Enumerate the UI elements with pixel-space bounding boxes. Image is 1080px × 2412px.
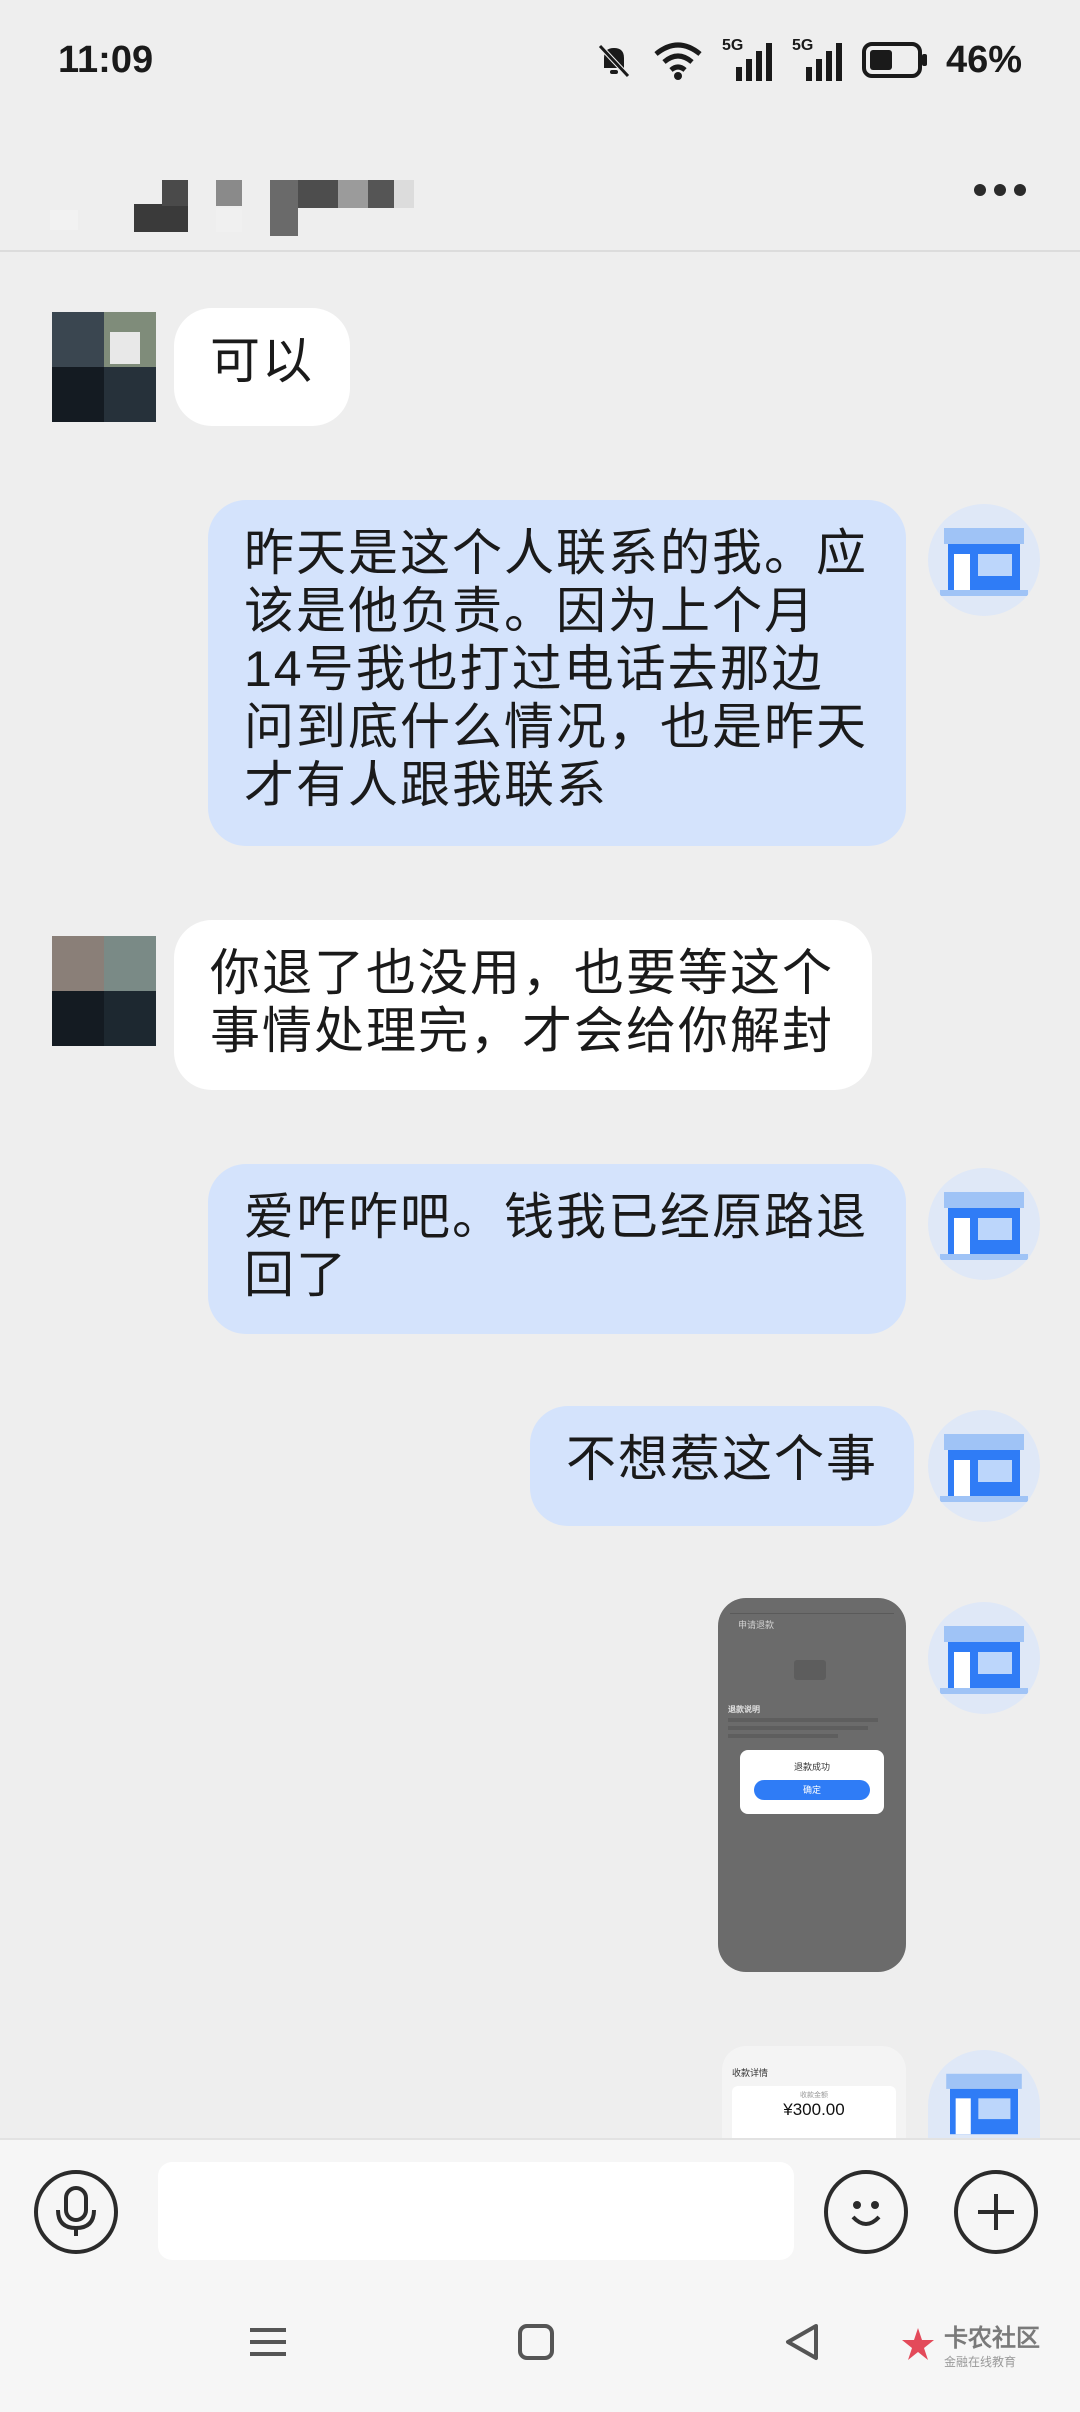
contact-avatar[interactable] [52, 936, 156, 1046]
store-icon [940, 528, 1028, 596]
message-bubble-outgoing[interactable]: 不想惹这个事 [530, 1406, 914, 1526]
message-input[interactable] [158, 2162, 794, 2260]
back-button[interactable] [780, 2320, 824, 2369]
image-refund-section: 退款说明 [728, 1705, 760, 1714]
input-bar [0, 2138, 1080, 2280]
mute-bell-icon [594, 40, 634, 80]
signal-5g-icon: 5G [722, 37, 774, 81]
image-placeholder-icon [794, 1660, 826, 1680]
voice-button[interactable] [34, 2170, 118, 2254]
message-bubble-incoming[interactable]: 可以 [174, 308, 350, 426]
smiley-icon [851, 2201, 881, 2226]
add-attachment-button[interactable] [954, 2170, 1038, 2254]
battery-icon [861, 42, 928, 78]
message-bubble-incoming[interactable]: 你退了也没用，也要等这个事情处理完，才会给你解封 [174, 920, 872, 1090]
battery-percent: 46% [945, 38, 1022, 81]
wifi-icon [652, 40, 704, 80]
home-button[interactable] [514, 2320, 558, 2369]
contact-name-blurred [50, 150, 414, 236]
contact-avatar[interactable] [52, 312, 156, 422]
my-avatar[interactable] [928, 2050, 1040, 2138]
store-icon [946, 2073, 1022, 2135]
chat-header [0, 120, 1080, 252]
watermark-title: 卡农社区 [944, 2325, 1040, 2352]
store-icon [940, 1192, 1028, 1260]
image-payment-title: 收款详情 [732, 2068, 769, 2078]
store-icon [940, 1626, 1028, 1694]
message-bubble-outgoing[interactable]: 爱咋咋吧。钱我已经原路退回了 [208, 1164, 906, 1334]
emoji-button[interactable] [824, 2170, 908, 2254]
image-payment-amount: ¥300.00 [783, 2100, 845, 2119]
status-icons: 5G 5G 46% [594, 37, 1022, 82]
image-message-refund[interactable]: 申请退款 退款说明 退款成功 确定 [718, 1598, 906, 1972]
watermark: 卡农社区 金融在线教育 [900, 2318, 1040, 2370]
my-avatar[interactable] [928, 1168, 1040, 1280]
square-icon [518, 2324, 554, 2360]
image-message-payment[interactable]: 收款详情 收款金额 ¥300.00 [722, 2046, 906, 2138]
message-bubble-outgoing[interactable]: 昨天是这个人联系的我。应该是他负责。因为上个月14号我也打过电话去那边问到底什么… [208, 500, 906, 846]
my-avatar[interactable] [928, 1410, 1040, 1522]
microphone-icon [56, 2186, 96, 2236]
status-bar: 11:09 5G 5G 46% [0, 0, 1080, 120]
triangle-back-icon [786, 2324, 818, 2360]
system-nav-bar: 卡农社区 金融在线教育 [0, 2280, 1080, 2412]
status-time: 11:09 [58, 38, 154, 81]
more-options-button[interactable] [960, 160, 1040, 220]
menu-icon [250, 2328, 286, 2356]
plus-icon [978, 2194, 1014, 2230]
more-dot-icon [974, 184, 986, 196]
image-refund-dialog: 退款成功 确定 [740, 1750, 884, 1814]
logo-icon [902, 2328, 934, 2360]
my-avatar[interactable] [928, 504, 1040, 616]
watermark-subtitle: 金融在线教育 [944, 2355, 1017, 2369]
store-icon [940, 1434, 1028, 1502]
my-avatar[interactable] [928, 1602, 1040, 1714]
image-refund-title: 申请退款 [738, 1620, 775, 1630]
recent-apps-button[interactable] [246, 2320, 290, 2369]
signal-5g-icon-2: 5G [792, 37, 844, 81]
